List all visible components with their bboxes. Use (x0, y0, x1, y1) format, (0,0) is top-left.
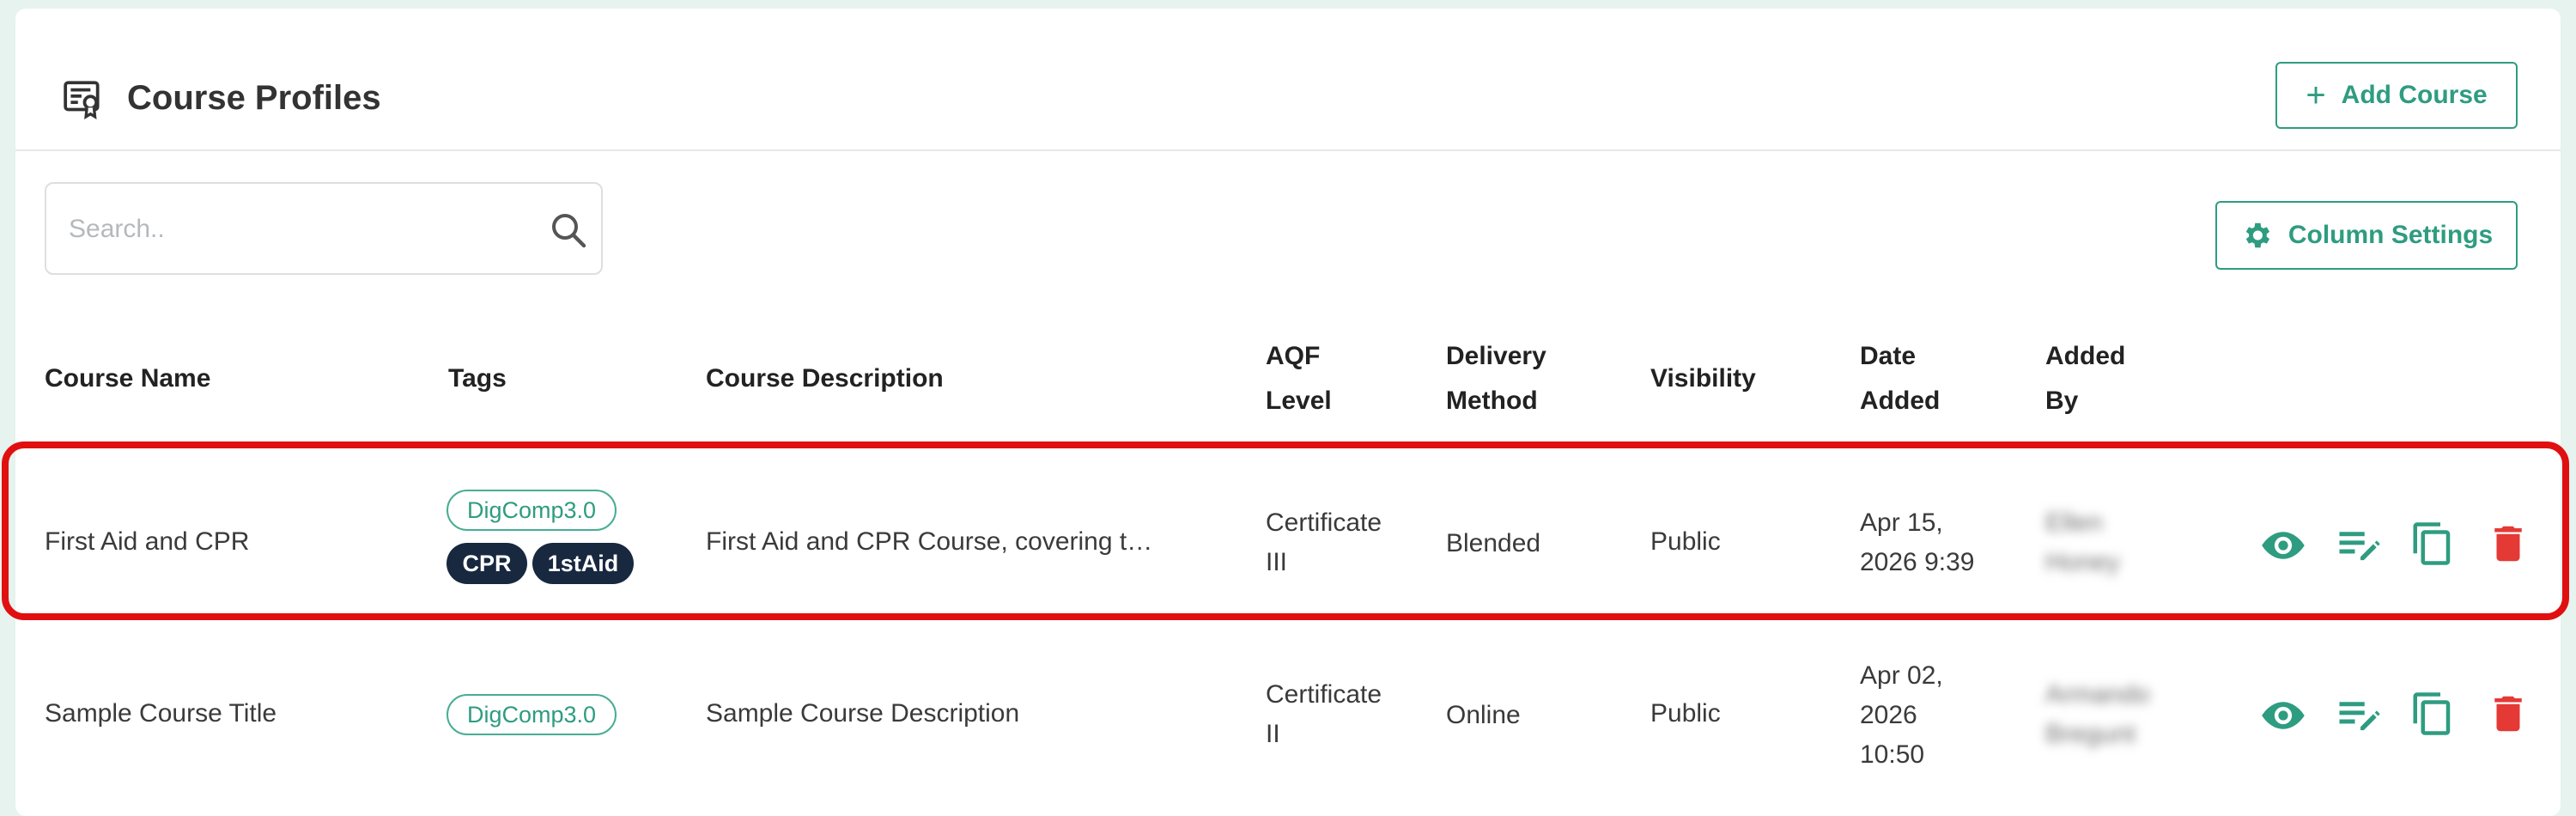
add-course-button[interactable]: + Add Course (2275, 62, 2518, 129)
tag-badge: DigComp3.0 (447, 694, 617, 735)
trash-icon[interactable] (2485, 691, 2531, 737)
date-added-cell-line2: 2026 9:39 (1860, 548, 1975, 576)
date-added-cell-line3: 10:50 (1860, 740, 1925, 769)
course-name-cell[interactable]: Sample Course Title (45, 694, 276, 734)
course-profiles-card: Course Profiles + Add Course Column Sett… (15, 9, 2561, 816)
col-aqf-level-line2: Level (1266, 387, 1332, 415)
col-delivery-method-line1: Delivery (1446, 342, 1546, 370)
course-description-cell: First Aid and CPR Course, covering t… (706, 527, 1153, 556)
copy-icon[interactable] (2409, 521, 2456, 567)
certificate-icon (64, 81, 100, 119)
added-by-cell-line2: Bregunt (2045, 720, 2136, 748)
aqf-level-cell-line2: II (1266, 720, 1280, 748)
visibility-cell: Public (1650, 527, 1721, 556)
aqf-level-cell-line2: III (1266, 548, 1288, 576)
col-added-by-line1: Added (2045, 342, 2126, 370)
search-input[interactable] (67, 184, 517, 275)
date-added-cell-line2: 2026 (1860, 701, 1917, 729)
added-by-cell-line1: Ellen (2045, 508, 2103, 537)
added-by-cell-line2: Honey (2045, 548, 2120, 576)
col-date-added-line1: Date (1860, 342, 1917, 370)
aqf-level-cell-line1: Certificate (1266, 508, 1382, 537)
col-course-name[interactable]: Course Name (45, 356, 210, 401)
tag-badge: DigComp3.0 (447, 490, 617, 531)
col-visibility[interactable]: Visibility (1650, 356, 1756, 401)
page-title: Course Profiles (127, 79, 381, 117)
search-icon[interactable] (548, 210, 589, 251)
col-course-description[interactable]: Course Description (706, 356, 944, 401)
col-aqf-level-line1: AQF (1266, 342, 1321, 370)
column-settings-button[interactable]: Column Settings (2215, 201, 2518, 270)
date-added-cell-line1: Apr 15, (1860, 508, 1943, 537)
trash-icon[interactable] (2485, 521, 2531, 567)
col-added-by-line2: By (2045, 387, 2079, 415)
eye-icon[interactable] (2260, 692, 2306, 739)
gear-icon (2245, 222, 2269, 248)
add-course-label: Add Course (2341, 81, 2488, 109)
copy-icon[interactable] (2409, 691, 2456, 737)
eye-icon[interactable] (2260, 522, 2306, 569)
col-delivery-method-line2: Method (1446, 387, 1538, 415)
delivery-method-cell: Online (1446, 701, 1521, 729)
visibility-cell: Public (1650, 699, 1721, 728)
course-description-cell: Sample Course Description (706, 699, 1020, 728)
added-by-cell-line1: Armando (2045, 680, 2150, 709)
delivery-method-cell: Blended (1446, 529, 1541, 557)
aqf-level-cell-line1: Certificate (1266, 680, 1382, 709)
edit-list-icon[interactable] (2336, 692, 2382, 739)
search-box[interactable] (45, 182, 603, 275)
date-added-cell-line1: Apr 02, (1860, 661, 1943, 690)
tag-badge: 1stAid (532, 543, 634, 584)
plus-icon: + (2306, 76, 2326, 114)
course-name-cell[interactable]: First Aid and CPR (45, 522, 249, 562)
column-settings-label: Column Settings (2287, 221, 2494, 249)
page-header: Course Profiles + Add Course (15, 9, 2561, 151)
col-tags[interactable]: Tags (448, 356, 507, 401)
col-date-added-line2: Added (1860, 387, 1941, 415)
tag-badge: CPR (447, 543, 527, 584)
edit-list-icon[interactable] (2336, 522, 2382, 569)
